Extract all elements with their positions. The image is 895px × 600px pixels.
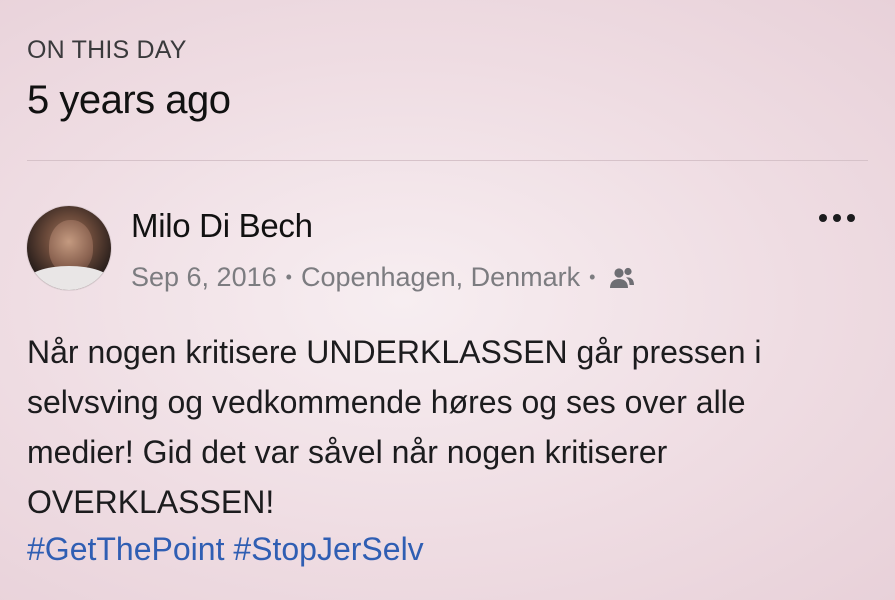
friends-icon[interactable] — [608, 266, 636, 290]
post-meta: Sep 6, 2016 • Copenhagen, Denmark • — [131, 262, 636, 293]
meta-separator: • — [285, 267, 292, 287]
more-dot — [847, 214, 855, 222]
author-name[interactable]: Milo Di Bech — [131, 207, 313, 245]
divider — [27, 160, 868, 161]
avatar[interactable] — [27, 206, 111, 290]
section-label: ON THIS DAY — [27, 36, 187, 64]
hashtag-link[interactable]: #GetThePoint — [27, 531, 224, 567]
post-body: Når nogen kritisere UNDERKLASSEN går pre… — [27, 327, 857, 527]
post-text-line: OVERKLASSEN! — [27, 484, 275, 520]
post-text-line: Når nogen kritisere UNDERKLASSEN går pre… — [27, 334, 762, 370]
hashtag-link[interactable]: #StopJerSelv — [233, 531, 423, 567]
more-options-icon[interactable] — [819, 208, 855, 228]
post-text-line: medier! Gid det var såvel når nogen krit… — [27, 434, 668, 470]
hashtags: #GetThePoint #StopJerSelv — [27, 527, 424, 571]
post-text-line: selvsving og vedkommende høres og ses ov… — [27, 384, 746, 420]
section-title: 5 years ago — [27, 78, 231, 122]
avatar-shirt — [27, 266, 111, 290]
post-date[interactable]: Sep 6, 2016 — [131, 262, 277, 293]
meta-separator: • — [589, 267, 596, 287]
more-dot — [833, 214, 841, 222]
more-dot — [819, 214, 827, 222]
post-location[interactable]: Copenhagen, Denmark — [301, 262, 580, 293]
